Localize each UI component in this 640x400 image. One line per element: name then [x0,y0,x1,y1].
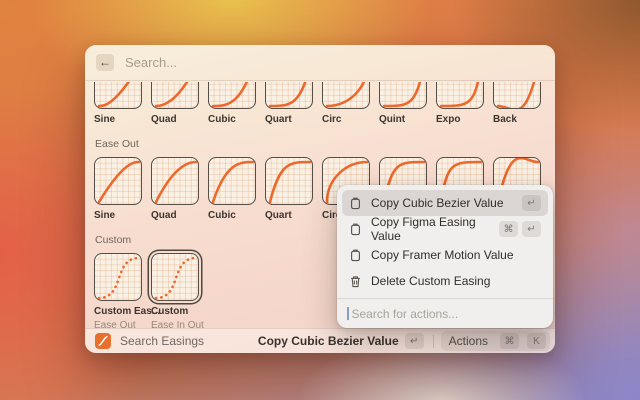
easing-item-ease-out-quad[interactable]: Quad [151,157,199,221]
arrow-left-icon: ← [99,55,111,69]
menu-item-shortcut: ↵ [522,195,541,211]
key-badge: ⌘ [499,221,518,237]
easing-label: Cubic [208,114,256,125]
easing-thumbnail [322,82,370,109]
menu-item-copy-figma-easing-value[interactable]: Copy Figma Easing Value ⌘↵ [342,216,548,242]
easing-thumbnail [265,82,313,109]
desktop-background: ← Search... Sine Quad Cubic Quart Circ Quint E… [0,0,640,400]
search-header: ← Search... [85,45,555,81]
easing-item-ease-in-expo[interactable]: Expo [436,82,484,125]
easings-app-icon [95,333,111,349]
easing-thumbnail [151,82,199,109]
trash-icon [349,275,362,288]
easing-thumbnail [379,82,427,109]
easing-item-ease-in-back[interactable]: Back [493,82,541,125]
actions-button[interactable]: Actions ⌘ K [441,331,550,351]
footer-actions: Copy Cubic Bezier Value ↵ Actions ⌘ K [258,331,550,351]
menu-item-label: Copy Cubic Bezier Value [371,196,504,210]
return-key-badge: ↵ [405,333,424,349]
menu-item-shortcut: ⌘↵ [499,221,541,237]
easing-label: Back [493,114,541,125]
easing-label: Circ [322,114,370,125]
easing-label: Quad [151,210,199,221]
easing-label: Custom Eas... [94,306,142,317]
easing-item-ease-out-cubic[interactable]: Cubic [208,157,256,221]
actions-search-field[interactable]: Search for actions... [337,298,553,328]
easing-item-custom-custom[interactable]: Custom Ease In Out [151,253,199,328]
easing-item-ease-out-quart[interactable]: Quart [265,157,313,221]
footer-divider [433,335,434,348]
clipboard-icon [349,249,362,262]
easing-item-ease-in-quart[interactable]: Quart [265,82,313,125]
key-badge: ↵ [522,221,541,237]
easing-item-custom-custom-eas[interactable]: Custom Eas... Ease Out [94,253,142,328]
menu-items: Copy Cubic Bezier Value↵Copy Figma Easin… [342,190,548,294]
easing-item-ease-in-cubic[interactable]: Cubic [208,82,256,125]
easing-thumbnail [265,157,313,205]
menu-item-delete-custom-easing[interactable]: Delete Custom Easing [342,268,548,294]
actions-search-placeholder: Search for actions... [352,307,459,321]
easing-thumbnail [151,253,199,301]
easing-item-ease-in-quad[interactable]: Quad [151,82,199,125]
easing-thumbnail [94,253,142,301]
footer-bar: Search Easings Copy Cubic Bezier Value ↵… [85,328,555,353]
actions-button-label: Actions [449,334,488,348]
text-caret [347,307,349,320]
easing-label: Quint [379,114,427,125]
k-key-badge: K [527,333,546,349]
back-button[interactable]: ← [96,54,114,71]
easing-thumbnail [94,82,142,109]
easing-item-ease-in-quint[interactable]: Quint [379,82,427,125]
easing-label: Sine [94,114,142,125]
easing-label: Cubic [208,210,256,221]
easing-item-ease-in-sine[interactable]: Sine [94,82,142,125]
menu-item-copy-framer-motion-value[interactable]: Copy Framer Motion Value [342,242,548,268]
easing-thumbnail [436,82,484,109]
easing-item-ease-out-sine[interactable]: Sine [94,157,142,221]
easing-thumbnail [94,157,142,205]
clipboard-icon [349,223,362,236]
easing-row-ease-in: Sine Quad Cubic Quart Circ Quint Expo Back [94,82,555,125]
easing-label: Quart [265,210,313,221]
easing-label: Quad [151,114,199,125]
actions-context-menu: Copy Cubic Bezier Value↵Copy Figma Easin… [337,185,553,328]
key-badge: ↵ [522,195,541,211]
footer-app-label: Search Easings [120,334,204,348]
easing-label: Sine [94,210,142,221]
launcher-window: ← Search... Sine Quad Cubic Quart Circ Quint E… [85,45,555,353]
search-input[interactable]: Search... [125,55,177,70]
easing-thumbnail [151,157,199,205]
menu-item-label: Copy Figma Easing Value [371,215,490,243]
clipboard-icon [349,197,362,210]
cmd-key-badge: ⌘ [500,333,519,349]
menu-item-label: Delete Custom Easing [371,274,490,288]
easing-thumbnail [208,82,256,109]
easing-label: Quart [265,114,313,125]
easing-thumbnail [493,82,541,109]
easing-thumbnail [208,157,256,205]
easing-subtitle: Ease In Out [151,320,199,328]
section-title-ease-out: Ease Out [95,138,555,150]
easing-label: Expo [436,114,484,125]
easing-label: Custom [151,306,199,317]
primary-action-button[interactable]: Copy Cubic Bezier Value [258,334,399,348]
menu-item-copy-cubic-bezier-value[interactable]: Copy Cubic Bezier Value ↵ [342,190,548,216]
easing-item-ease-in-circ[interactable]: Circ [322,82,370,125]
menu-item-label: Copy Framer Motion Value [371,248,514,262]
easing-subtitle: Ease Out [94,320,142,328]
